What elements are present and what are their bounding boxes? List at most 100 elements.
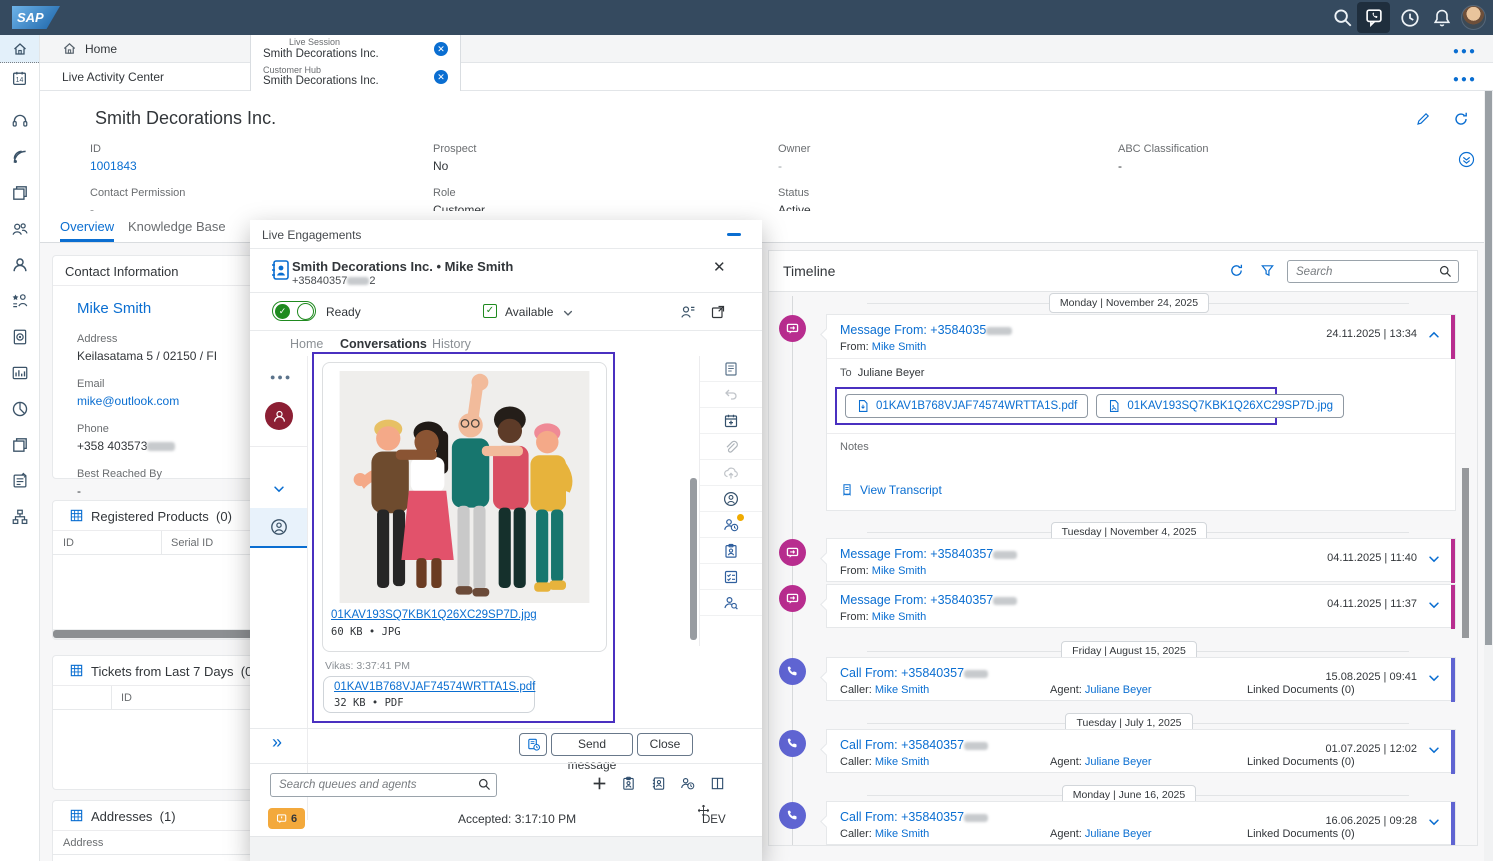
timeline-entry-call[interactable]: Call From: +35840357 Caller: Mike Smith … <box>826 729 1456 773</box>
person-link[interactable]: Mike Smith <box>872 611 926 623</box>
attach-action[interactable] <box>700 434 762 460</box>
agent-list-icon[interactable] <box>680 304 696 320</box>
person-link[interactable]: Juliane Beyer <box>1085 684 1152 696</box>
timeline-scrollbar[interactable] <box>1461 291 1470 845</box>
person-link[interactable]: Juliane Beyer <box>1085 828 1152 840</box>
entry-header[interactable]: Message From: +3584035 From: Mike Smith … <box>827 315 1455 359</box>
rail-target-doc-icon[interactable] <box>11 328 29 346</box>
chevron-down-icon[interactable] <box>562 307 574 319</box>
person-link[interactable]: Mike Smith <box>875 684 929 696</box>
rail-team-icon[interactable] <box>11 220 29 238</box>
page-scrollbar[interactable] <box>1484 91 1493 861</box>
person-link[interactable]: Mike Smith <box>872 565 926 577</box>
rail-chart-icon[interactable] <box>11 364 29 382</box>
rail-pages-icon[interactable] <box>11 184 29 202</box>
close-icon[interactable]: ✕ <box>713 258 726 276</box>
person-link[interactable]: Mike Smith <box>875 828 929 840</box>
chevron-down-icon[interactable] <box>1427 552 1441 566</box>
chevron-down-icon[interactable] <box>1427 598 1441 612</box>
avatar[interactable] <box>1461 5 1486 30</box>
chevron-up-icon[interactable] <box>1427 328 1441 342</box>
entry-title-link[interactable]: Message From: +35840357 <box>840 593 1017 607</box>
tab-customer-hub[interactable]: Customer Hub Smith Decorations Inc. ✕ <box>250 63 461 91</box>
notes-action[interactable] <box>700 356 762 382</box>
available-checkbox[interactable]: ✓ <box>483 304 497 318</box>
rail-pie-icon[interactable] <box>11 400 29 418</box>
rail-feed-icon[interactable] <box>11 148 29 166</box>
overflow-icon[interactable]: ●●● <box>1453 46 1477 57</box>
contact-email-link[interactable]: mike@outlook.com <box>77 394 179 408</box>
person-search-action[interactable] <box>700 590 762 616</box>
alert-badge[interactable]: 6 <box>268 808 305 829</box>
chevron-down-icon[interactable] <box>272 482 286 496</box>
rail-org-icon[interactable] <box>11 508 29 526</box>
chevron-down-icon[interactable] <box>1427 815 1441 829</box>
rail-form-icon[interactable] <box>11 472 29 490</box>
rail-copy-icon[interactable] <box>11 436 29 454</box>
tab-overview[interactable]: Overview <box>60 219 114 242</box>
person-link[interactable]: Mike Smith <box>875 756 929 768</box>
search-icon[interactable] <box>1333 8 1353 28</box>
close-button[interactable]: Close <box>637 733 693 756</box>
rail-home[interactable] <box>0 35 39 63</box>
queue-search-input[interactable] <box>270 773 497 797</box>
refresh-icon[interactable] <box>1229 263 1244 278</box>
chevron-down-icon[interactable] <box>1427 671 1441 685</box>
view-transcript-link[interactable]: View Transcript <box>840 483 942 497</box>
overflow-icon[interactable]: ●●● <box>270 372 292 382</box>
send-transcript-button[interactable] <box>519 733 547 756</box>
clipboard-person-action[interactable] <box>700 538 762 564</box>
overflow-icon[interactable]: ●●● <box>1453 74 1477 85</box>
minimize-icon[interactable] <box>727 233 741 236</box>
timeline-entry-call[interactable]: Call From: +35840357 Caller: Mike Smith … <box>826 657 1456 701</box>
timeline-entry-message[interactable]: Message From: +35840357 From: Mike Smith… <box>826 538 1456 582</box>
open-window-icon[interactable] <box>710 304 726 320</box>
person-history-action[interactable] <box>700 512 762 538</box>
ready-toggle[interactable]: ✓ <box>272 301 316 321</box>
pdf-attachment-link[interactable]: 01KAV1B768VJAF74574WRTTA1S.pdf <box>334 681 535 693</box>
search-icon[interactable] <box>478 778 491 791</box>
chevron-down-icon[interactable] <box>1427 743 1441 757</box>
person-clock-icon[interactable] <box>680 776 695 791</box>
customer-tab-selected[interactable] <box>250 508 307 548</box>
tab-knowledge-base[interactable]: Knowledge Base <box>128 219 226 234</box>
close-icon[interactable]: ✕ <box>434 42 448 56</box>
timeline-entry-message[interactable]: Message From: +35840357 From: Mike Smith… <box>826 584 1456 628</box>
person-link[interactable]: Juliane Beyer <box>1085 756 1152 768</box>
id-link[interactable]: 1001843 <box>90 159 137 173</box>
entry-title-link[interactable]: Message From: +3584035 <box>840 323 1012 337</box>
reply-action[interactable] <box>700 382 762 408</box>
attachment-image-chip[interactable]: 01KAV193SQ7KBK1Q26XC29SP7D.jpg <box>1096 394 1344 418</box>
conversation-scrollbar[interactable] <box>690 478 697 640</box>
rail-person-icon[interactable] <box>11 256 29 274</box>
search-icon[interactable] <box>1439 265 1452 278</box>
tab-live-session[interactable]: Live Session Smith Decorations Inc. ✕ <box>250 35 461 63</box>
rail-rated-person-icon[interactable] <box>11 292 29 310</box>
conversation-avatar[interactable] <box>265 402 293 430</box>
notifications-icon[interactable] <box>1432 8 1452 28</box>
nav-home[interactable]: Home <box>62 41 117 56</box>
close-icon[interactable]: ✕ <box>434 70 448 84</box>
clipboard-icon[interactable] <box>621 776 636 791</box>
timeline-entry-call[interactable]: Call From: +35840357 Caller: Mike Smith … <box>826 801 1456 845</box>
refresh-icon[interactable] <box>1453 111 1469 127</box>
edit-icon[interactable] <box>1415 111 1431 127</box>
entry-title-link[interactable]: Call From: +35840357 <box>840 666 988 680</box>
rail-calendar[interactable] <box>0 64 39 92</box>
dialog-tab-history[interactable]: History <box>432 337 471 351</box>
attachment-pdf-chip[interactable]: 01KAV1B768VJAF74574WRTTA1S.pdf <box>845 394 1088 418</box>
dialog-tab-conversations[interactable]: Conversations <box>340 337 427 351</box>
calendar-add-action[interactable] <box>700 408 762 434</box>
add-icon[interactable] <box>591 775 608 792</box>
filter-icon[interactable] <box>1260 263 1275 278</box>
columns-icon[interactable] <box>710 776 725 791</box>
expand-strip-icon[interactable]: » <box>272 732 282 753</box>
checklist-action[interactable] <box>700 564 762 590</box>
timeline-search-input[interactable] <box>1287 260 1459 283</box>
expand-header-icon[interactable] <box>1458 151 1475 168</box>
history-icon[interactable] <box>1400 8 1420 28</box>
send-message-button[interactable]: Send message <box>551 733 633 756</box>
entry-title-link[interactable]: Call From: +35840357 <box>840 810 988 824</box>
live-activity-button[interactable] <box>1357 2 1390 33</box>
image-attachment-link[interactable]: 01KAV193SQ7KBK1Q26XC29SP7D.jpg <box>331 609 537 621</box>
